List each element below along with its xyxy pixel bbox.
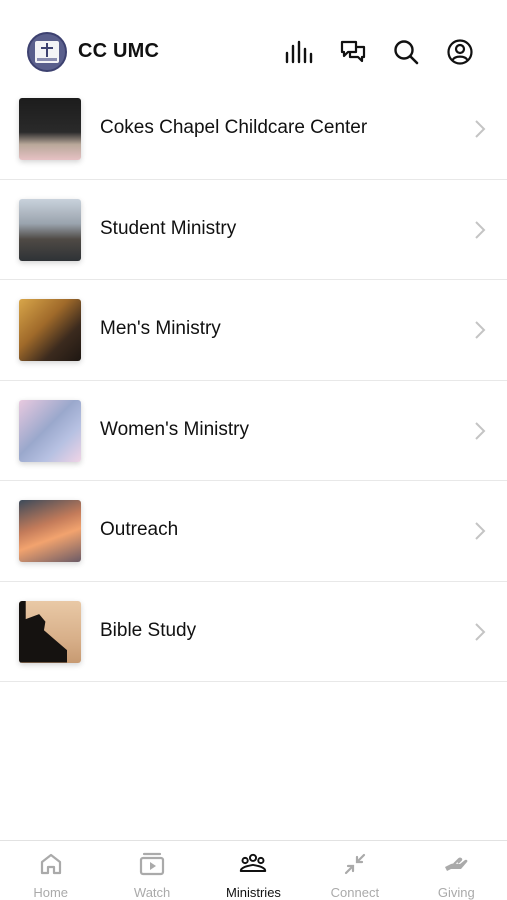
arrows-in-icon [341,851,369,877]
list-item-label: Cokes Chapel Childcare Center [100,117,368,138]
list-item-label: Outreach [100,519,179,540]
chevron-right-icon [475,220,486,239]
tab-label: Giving [437,885,475,900]
list-item-label: Women's Ministry [100,418,249,440]
list-item-label: Bible Study [100,619,197,641]
chevron-right-icon [475,421,486,440]
list-item-womens-ministry[interactable]: Women's Ministry [0,381,507,481]
chevron-right-icon [475,120,486,138]
home-icon [37,851,65,877]
list-item-childcare[interactable]: Cokes Chapel Childcare Center [0,79,507,180]
tab-ministries[interactable]: Ministries [203,841,304,900]
hand-icon [442,851,470,877]
tab-giving[interactable]: Giving [406,841,507,900]
chevron-right-icon [475,622,486,641]
tab-label: Home [33,885,69,900]
profile-icon[interactable] [444,36,476,68]
reading-silhouette-thumbnail [19,600,81,663]
audio-bars-icon[interactable] [283,36,315,68]
tab-label: Ministries [226,885,281,900]
tab-label: Connect [330,885,380,900]
play-icon [138,851,166,877]
tab-connect[interactable]: Connect [304,841,405,900]
lake-house-thumbnail [19,198,81,261]
list-item-student-ministry[interactable]: Student Ministry [0,180,507,280]
app-title: CC UMC [78,40,160,62]
chevron-right-icon [475,522,486,540]
list-item-outreach[interactable]: Outreach [0,481,507,582]
tab-label: Watch [133,885,171,900]
chevron-right-icon [475,321,486,339]
bottom-tab-bar: Home Watch Ministries Connect Giving [0,840,507,900]
people-icon [239,851,267,877]
pastel-clouds-thumbnail [19,399,81,462]
search-icon[interactable] [390,36,422,68]
list-item-bible-study[interactable]: Bible Study [0,582,507,682]
tab-watch[interactable]: Watch [101,841,202,900]
tab-home[interactable]: Home [0,841,101,900]
bible-tulips-thumbnail [19,98,81,160]
list-item-label: Student Ministry [100,217,237,239]
ministries-list: Cokes Chapel Childcare Center Student Mi… [0,79,507,682]
list-item-mens-ministry[interactable]: Men's Ministry [0,280,507,381]
reading-book-thumbnail [19,299,81,361]
church-logo-icon [27,32,67,72]
sunset-clouds-thumbnail [19,500,81,562]
chat-icon[interactable] [337,36,369,68]
list-item-label: Men's Ministry [100,318,221,339]
